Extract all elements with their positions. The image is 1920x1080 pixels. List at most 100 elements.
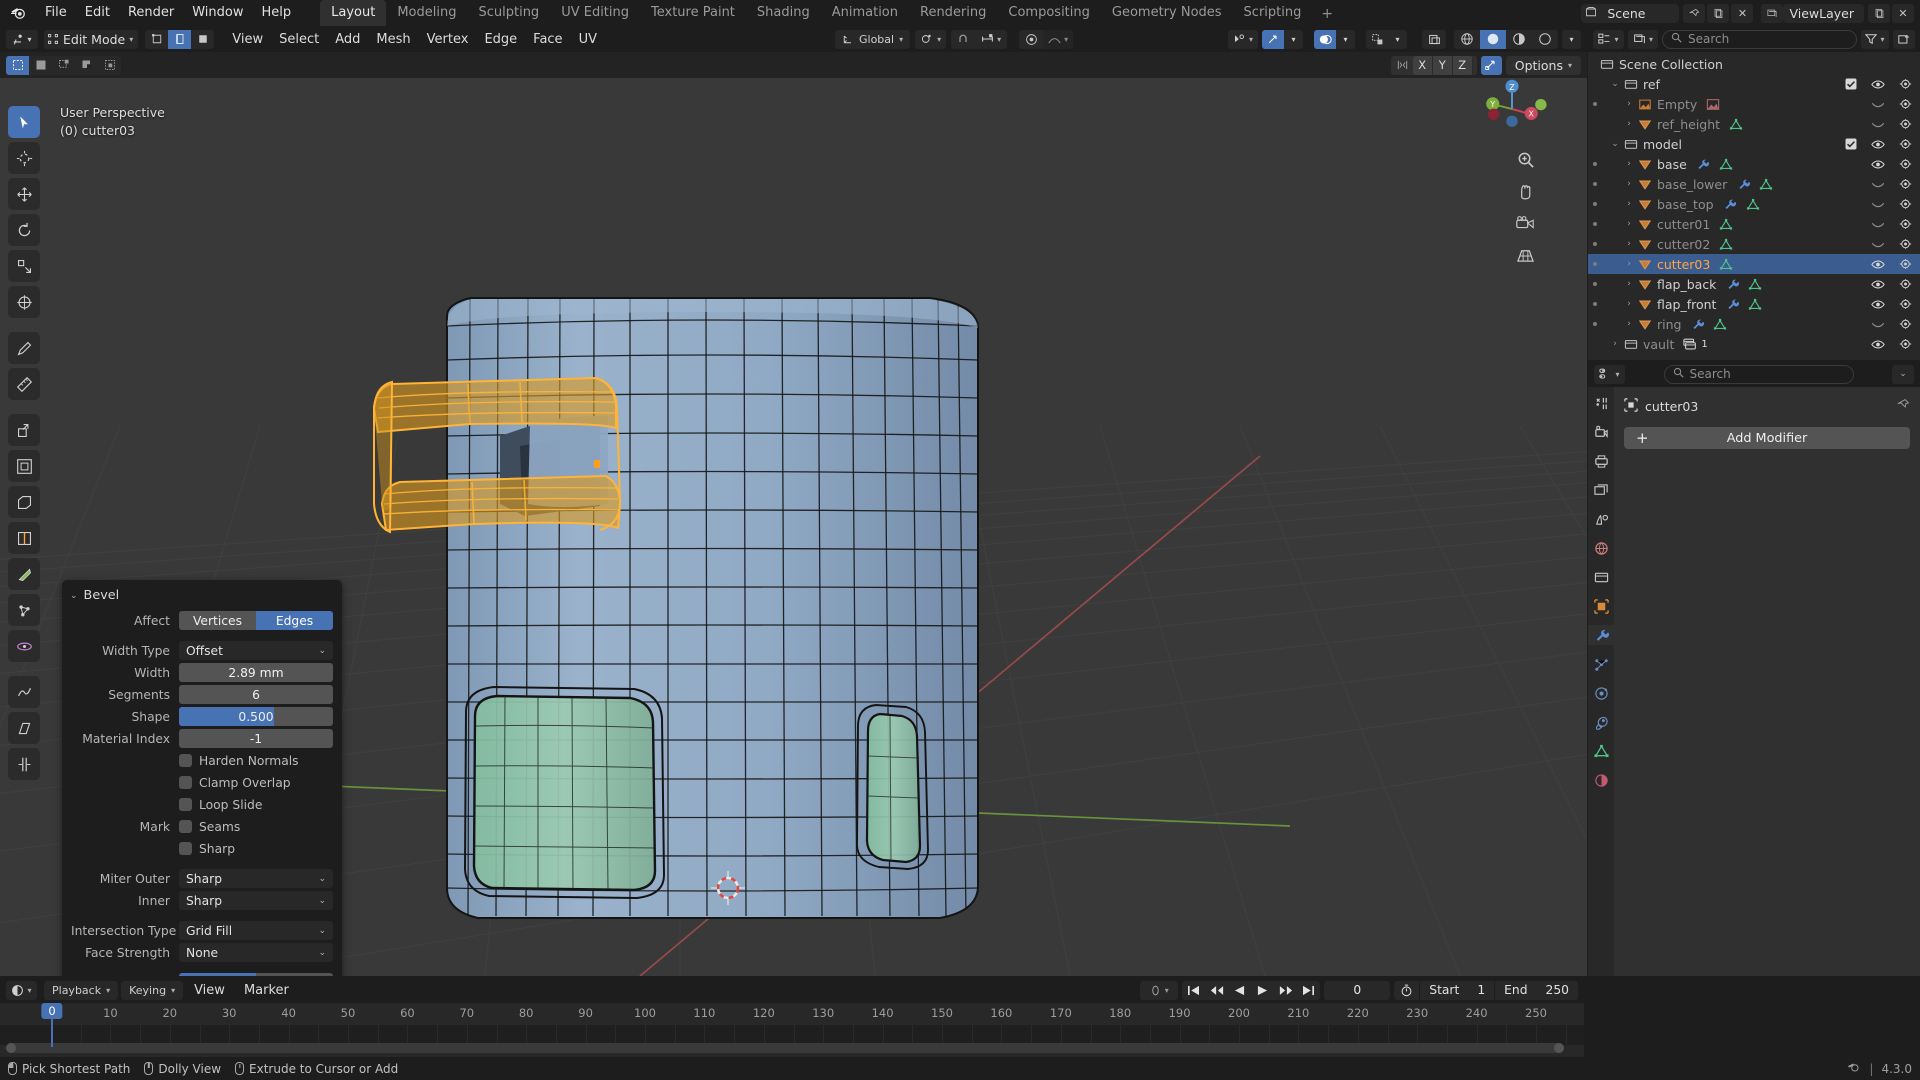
miter-outer-dropdown[interactable]: Sharp ⌄ bbox=[179, 869, 333, 888]
menu-file[interactable]: File bbox=[36, 2, 76, 24]
smooth-tool-button[interactable] bbox=[8, 676, 40, 708]
mirror-z-button[interactable]: Z bbox=[1452, 55, 1473, 75]
jump-to-start-button[interactable] bbox=[1182, 981, 1205, 1000]
difference-select-mode-button[interactable] bbox=[75, 55, 98, 75]
outliner-row-vault[interactable]: › vault 1 bbox=[1588, 334, 1920, 354]
tab-uv-editing[interactable]: UV Editing bbox=[550, 0, 640, 26]
tab-view-layer[interactable] bbox=[1591, 480, 1611, 500]
expand-chevron-icon[interactable]: › bbox=[1622, 119, 1636, 129]
tab-object-data[interactable] bbox=[1591, 741, 1611, 761]
hide-in-viewport-icon[interactable] bbox=[1869, 259, 1887, 270]
expand-chevron-icon[interactable]: ⌄ bbox=[1608, 139, 1622, 149]
material-index-field[interactable]: -1 bbox=[179, 729, 333, 748]
scale-tool-button[interactable] bbox=[8, 250, 40, 282]
affect-vertices-button[interactable]: Vertices bbox=[179, 611, 256, 630]
tab-rendering[interactable]: Rendering bbox=[909, 0, 997, 26]
viewport-menu-face[interactable]: Face bbox=[525, 30, 570, 49]
shape-slider[interactable]: 0.500 bbox=[179, 707, 333, 726]
scene-selector[interactable]: Scene bbox=[1581, 3, 1680, 23]
pin-icon[interactable] bbox=[1897, 398, 1910, 414]
hide-in-viewport-icon[interactable] bbox=[1869, 339, 1887, 350]
poly-build-tool-button[interactable] bbox=[8, 594, 40, 626]
bevel-tool-button[interactable] bbox=[8, 486, 40, 518]
playback-menu[interactable]: Playback ▾ bbox=[44, 980, 119, 1000]
menu-render[interactable]: Render bbox=[119, 2, 183, 24]
mirror-x-button[interactable]: X bbox=[1412, 55, 1433, 75]
viewport-menu-vertex[interactable]: Vertex bbox=[419, 30, 477, 49]
harden-normals-checkbox[interactable]: Harden Normals bbox=[179, 751, 333, 770]
jump-to-end-button[interactable] bbox=[1297, 981, 1320, 1000]
disable-in-renders-icon[interactable] bbox=[1896, 158, 1914, 170]
3d-viewport[interactable]: ▾ Edit Mode ▾ View Select Add Mesh Verte… bbox=[0, 26, 1587, 976]
display-mode-icon[interactable]: ▾ bbox=[1628, 29, 1658, 49]
hide-in-viewport-icon[interactable] bbox=[1869, 199, 1887, 210]
expand-chevron-icon[interactable]: ⌄ bbox=[1608, 79, 1622, 89]
tab-world[interactable] bbox=[1591, 538, 1611, 558]
cursor-tool-button[interactable] bbox=[8, 142, 40, 174]
disable-in-renders-icon[interactable] bbox=[1896, 98, 1914, 110]
tab-scripting[interactable]: Scripting bbox=[1233, 0, 1313, 26]
hide-in-viewport-icon[interactable] bbox=[1869, 79, 1887, 90]
hide-in-viewport-icon[interactable] bbox=[1869, 179, 1887, 190]
timeline-ruler[interactable]: 0 10 20 30 40 50 60 70 80 90 100 110 120 130 140 150 160… bbox=[0, 1003, 1584, 1025]
properties-options-dropdown[interactable]: ⌄ bbox=[1892, 364, 1914, 384]
viewport-options-button[interactable]: Options ▾ bbox=[1505, 55, 1581, 75]
subtract-select-mode-button[interactable] bbox=[52, 55, 75, 75]
measure-tool-button[interactable] bbox=[8, 368, 40, 400]
outliner-row-base[interactable]: › base bbox=[1588, 154, 1920, 174]
hide-in-viewport-icon[interactable] bbox=[1869, 319, 1887, 330]
mode-selector[interactable]: Edit Mode ▾ bbox=[44, 29, 139, 49]
expand-chevron-icon[interactable]: › bbox=[1622, 99, 1636, 109]
new-scene-icon[interactable] bbox=[1707, 3, 1730, 23]
disable-in-renders-icon[interactable] bbox=[1896, 78, 1914, 90]
outliner-row-cutter02[interactable]: › cutter02 bbox=[1588, 234, 1920, 254]
expand-chevron-icon[interactable]: › bbox=[1608, 339, 1622, 349]
outliner-row-ref_height[interactable]: › ref_height bbox=[1588, 114, 1920, 134]
auto-merge-icon[interactable] bbox=[1480, 55, 1502, 75]
snap-settings-dropdown[interactable]: ▾ bbox=[975, 29, 1008, 49]
expand-chevron-icon[interactable]: › bbox=[1622, 319, 1636, 329]
expand-chevron-icon[interactable]: › bbox=[1622, 279, 1636, 289]
viewport-menu-edge[interactable]: Edge bbox=[476, 30, 525, 49]
tab-scene[interactable] bbox=[1591, 509, 1611, 529]
disable-in-renders-icon[interactable] bbox=[1896, 118, 1914, 130]
timeline-horizontal-scrollbar[interactable] bbox=[6, 1043, 1564, 1053]
sharp-checkbox[interactable]: Sharp bbox=[179, 839, 333, 858]
shear-tool-button[interactable] bbox=[8, 712, 40, 744]
exclude-checkbox[interactable] bbox=[1842, 78, 1860, 90]
disable-in-renders-icon[interactable] bbox=[1896, 258, 1914, 270]
width-type-dropdown[interactable]: Offset ⌄ bbox=[179, 641, 333, 660]
clamp-overlap-checkbox[interactable]: Clamp Overlap bbox=[179, 773, 333, 792]
outliner-row-base_top[interactable]: › base_top bbox=[1588, 194, 1920, 214]
menu-edit[interactable]: Edit bbox=[76, 2, 119, 24]
disable-in-renders-icon[interactable] bbox=[1896, 318, 1914, 330]
tweak-tool-button[interactable] bbox=[8, 106, 40, 138]
shading-options-dropdown[interactable]: ▾ bbox=[1562, 29, 1581, 49]
segments-value-field[interactable]: 6 bbox=[179, 685, 333, 704]
hide-in-viewport-icon[interactable] bbox=[1869, 159, 1887, 170]
keying-menu[interactable]: Keying ▾ bbox=[121, 980, 184, 1000]
tab-layout[interactable]: Layout bbox=[320, 0, 387, 26]
toggle-perspective-icon[interactable] bbox=[1511, 242, 1539, 268]
viewport-menu-view[interactable]: View bbox=[224, 30, 271, 49]
tab-collection[interactable] bbox=[1591, 567, 1611, 587]
editor-type-icon[interactable]: ▾ bbox=[6, 29, 38, 49]
jump-to-prev-keyframe-button[interactable] bbox=[1205, 981, 1228, 1000]
move-tool-button[interactable] bbox=[8, 178, 40, 210]
view-axis-gizmo[interactable]: Z X Y bbox=[1477, 74, 1547, 144]
transform-orientation-selector[interactable]: Global ▾ bbox=[834, 29, 911, 49]
miter-inner-dropdown[interactable]: Sharp ⌄ bbox=[179, 891, 333, 910]
viewport-menu-mesh[interactable]: Mesh bbox=[368, 30, 418, 49]
face-select-mode-button[interactable] bbox=[191, 29, 215, 49]
proportional-editing-icon[interactable] bbox=[1019, 29, 1044, 49]
expand-chevron-icon[interactable]: › bbox=[1622, 159, 1636, 169]
width-value-field[interactable]: 2.89 mm bbox=[179, 663, 333, 682]
new-collection-icon[interactable] bbox=[1893, 29, 1915, 49]
show-overlays-icon[interactable] bbox=[1314, 29, 1336, 49]
tab-material[interactable] bbox=[1591, 770, 1611, 790]
outliner-row-ref[interactable]: ⌄ ref bbox=[1588, 74, 1920, 94]
show-gizmo-icon[interactable] bbox=[1262, 29, 1284, 49]
tab-tool[interactable] bbox=[1591, 393, 1611, 413]
transform-tool-button[interactable] bbox=[8, 286, 40, 318]
tab-output[interactable] bbox=[1591, 451, 1611, 471]
